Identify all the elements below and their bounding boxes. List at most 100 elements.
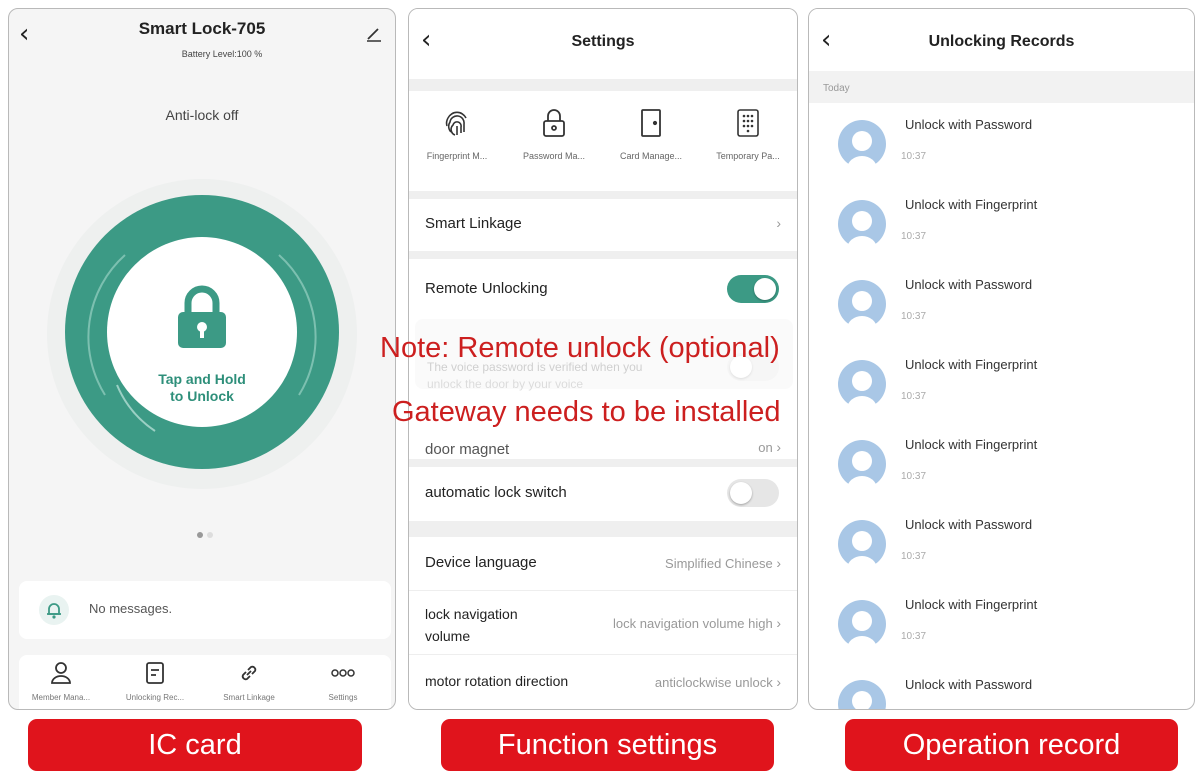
lock-navigation-value: lock navigation volume high	[612, 616, 773, 631]
chevron-right-icon: ›	[776, 674, 781, 690]
record-title: Unlock with Fingerprint	[905, 357, 1038, 372]
chevron-right-icon: ›	[776, 215, 781, 231]
tap-to-unlock-label: Tap and Hold to Unlock	[107, 371, 297, 405]
device-language-row[interactable]: Device language Simplified Chinese ›	[409, 537, 797, 591]
device-language-value: Simplified Chinese	[665, 556, 773, 571]
record-item[interactable]: Unlock with Fingerprint 10:37	[809, 353, 1194, 433]
temporary-password[interactable]: Temporary Pa...	[700, 105, 796, 161]
avatar-icon	[837, 119, 887, 169]
remote-unlock-note: Note: Remote unlock (optional)	[380, 332, 780, 364]
record-item[interactable]: Unlock with Fingerprint 10:37	[809, 193, 1194, 273]
record-item[interactable]: Unlock with Fingerprint 10:37	[809, 433, 1194, 513]
record-time: 10:37	[901, 471, 927, 482]
card-management[interactable]: Card Manage...	[603, 105, 699, 161]
shortcut-label: Password Ma...	[522, 151, 586, 161]
motor-rotation-value-wrap: anticlockwise unlock ›	[655, 674, 781, 690]
nav-settings[interactable]: Settings	[303, 659, 383, 702]
door-magnet-value: on	[758, 440, 773, 455]
auto-lock-row: automatic lock switch	[409, 467, 797, 521]
record-item[interactable]: Unlock with Fingerprint 10:37	[809, 593, 1194, 673]
page-title: Unlocking Records	[928, 33, 1075, 50]
operation-record-badge: Operation record	[845, 719, 1178, 771]
nav-label: Smart Linkage	[223, 693, 275, 702]
fingerprint-management[interactable]: Fingerprint M...	[409, 105, 505, 161]
lock-navigation-value-wrap: lock navigation volume high ›	[613, 615, 781, 631]
nav-member-management[interactable]: Member Mana...	[21, 659, 101, 702]
record-time: 10:37	[901, 391, 927, 402]
record-time: 10:37	[901, 151, 927, 162]
record-item[interactable]: Unlock with Password	[809, 673, 1194, 709]
lock-navigation-volume-row[interactable]: lock navigation volume lock navigation v…	[409, 591, 797, 655]
chevron-right-icon: ›	[776, 439, 781, 455]
nav-smart-linkage[interactable]: Smart Linkage	[209, 659, 289, 702]
shortcut-label: Fingerprint M...	[426, 151, 488, 161]
avatar-icon	[837, 359, 887, 409]
anti-lock-status: Anti-lock off	[165, 107, 239, 123]
shortcut-label: Temporary Pa...	[716, 151, 780, 161]
page-title: Settings	[571, 33, 635, 50]
lock-navigation-label: lock navigation volume	[425, 603, 518, 647]
tap-line-1: Tap and Hold	[158, 371, 246, 387]
padlock-icon	[506, 105, 602, 141]
avatar-icon	[837, 679, 887, 709]
record-item[interactable]: Unlock with Password 10:37	[809, 513, 1194, 593]
smart-linkage-row[interactable]: Smart Linkage ›	[409, 199, 797, 251]
page-indicator	[195, 525, 215, 543]
device-language-value-wrap: Simplified Chinese ›	[665, 555, 781, 571]
password-management[interactable]: Password Ma...	[506, 105, 602, 161]
records-header: ‹ Unlocking Records	[809, 9, 1194, 71]
avatar-icon	[837, 599, 887, 649]
avatar-icon	[837, 519, 887, 569]
date-label: Today	[823, 83, 850, 94]
shortcut-label: Card Manage...	[619, 151, 683, 161]
remote-unlocking-toggle[interactable]	[727, 275, 779, 303]
nav-label: Unlocking Rec...	[125, 693, 185, 702]
avatar-icon	[837, 439, 887, 489]
record-title: Unlock with Fingerprint	[905, 437, 1038, 452]
link-icon	[209, 659, 289, 687]
record-title: Unlock with Fingerprint	[905, 597, 1038, 612]
edit-icon[interactable]	[365, 25, 383, 48]
record-title: Unlock with Fingerprint	[905, 197, 1038, 212]
record-icon	[115, 659, 195, 687]
unlocking-records-screen: ‹ Unlocking Records Today Unlock with Pa…	[808, 8, 1195, 710]
record-time: 10:37	[901, 551, 927, 562]
auto-lock-toggle[interactable]	[727, 479, 779, 507]
toggle-knob	[754, 278, 776, 300]
auto-lock-label: automatic lock switch	[425, 484, 567, 501]
function-settings-badge: Function settings	[441, 719, 774, 771]
battery-level: Battery Level:100 %	[181, 49, 263, 59]
record-title: Unlock with Password	[905, 677, 1033, 692]
avatar-icon	[837, 279, 887, 329]
record-time: 10:37	[901, 231, 927, 242]
row-label: Device language	[425, 554, 537, 571]
chevron-right-icon: ›	[776, 555, 781, 571]
fingerprint-icon	[409, 105, 505, 141]
record-title: Unlock with Password	[905, 517, 1033, 532]
nav-label: Settings	[328, 693, 358, 702]
padlock-icon	[174, 285, 230, 349]
ic-card-badge: IC card	[28, 719, 362, 771]
message-text: No messages.	[89, 601, 173, 616]
nav-unlocking-records[interactable]: Unlocking Rec...	[115, 659, 195, 702]
record-title: Unlock with Password	[905, 117, 1033, 132]
nav-label: Member Mana...	[31, 693, 91, 702]
record-item[interactable]: Unlock with Password 10:37	[809, 113, 1194, 193]
motor-rotation-value: anticlockwise unlock	[654, 675, 773, 690]
row-label: motor rotation direction	[425, 673, 569, 689]
date-group-header: Today	[809, 71, 1194, 103]
bottom-nav: Member Mana... Unlocking Rec... Smart Li…	[19, 655, 391, 709]
chevron-right-icon: ›	[776, 615, 781, 631]
management-shortcuts: Fingerprint M... Password Ma... Card Man…	[409, 91, 797, 191]
person-icon	[21, 659, 101, 687]
label-line-2: volume	[425, 628, 471, 644]
door-magnet-value-wrap[interactable]: on ›	[758, 439, 781, 455]
record-item[interactable]: Unlock with Password 10:37	[809, 273, 1194, 353]
avatar-icon	[837, 199, 887, 249]
door-icon	[603, 105, 699, 141]
message-bar[interactable]: No messages.	[19, 581, 391, 639]
more-icon	[303, 659, 383, 687]
door-magnet-label: door magnet	[425, 441, 510, 458]
motor-rotation-row[interactable]: motor rotation direction anticlockwise u…	[409, 655, 797, 709]
lock-home-screen: ‹ Smart Lock-705 Battery Level:100 % Ant…	[8, 8, 396, 710]
